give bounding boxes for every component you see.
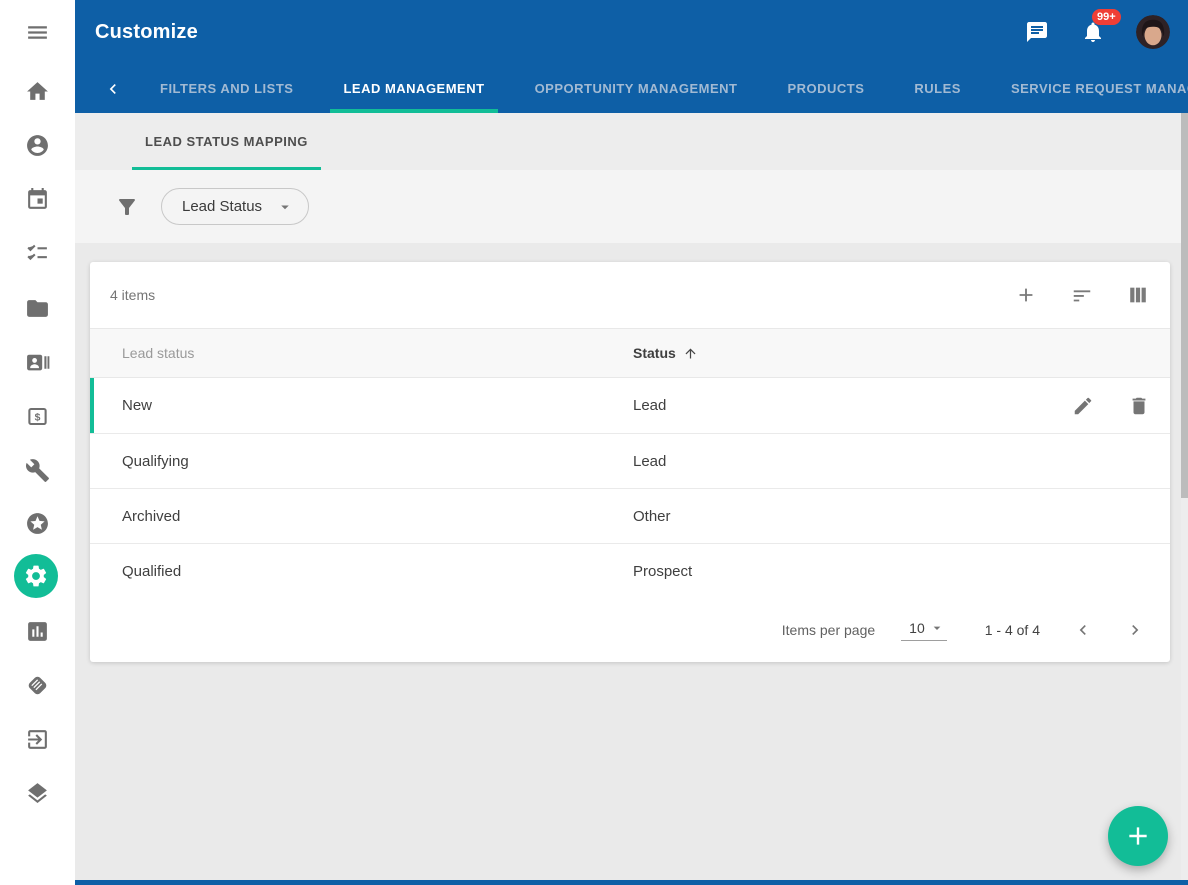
module-tabbar: FILTERS AND LISTS LEAD MANAGEMENT OPPORT… <box>75 64 1188 113</box>
sort-ascending-arrow-icon <box>683 346 698 361</box>
tab-filters-and-lists[interactable]: FILTERS AND LISTS <box>147 64 306 113</box>
tab-products[interactable]: PRODUCTS <box>774 64 877 113</box>
menu-icon[interactable] <box>23 18 51 46</box>
tab-opportunity-management[interactable]: OPPORTUNITY MANAGEMENT <box>522 64 751 113</box>
scrollbar-thumb[interactable] <box>1181 113 1188 498</box>
cell-lead-status: Archived <box>90 508 633 525</box>
reports-icon[interactable] <box>23 617 51 645</box>
columns-icon[interactable] <box>1127 284 1149 306</box>
top-app-bar: Customize 99+ <box>75 0 1188 64</box>
column-header-lead-status[interactable]: Lead status <box>90 345 633 361</box>
app-root: $ Customize <box>0 0 1188 885</box>
featured-icon[interactable] <box>23 509 51 537</box>
deals-icon[interactable] <box>23 671 51 699</box>
filter-icon[interactable] <box>115 195 139 219</box>
tabs-scroll-left-icon[interactable] <box>103 79 123 99</box>
cell-status: Prospect <box>633 563 1170 580</box>
table-row[interactable]: New Lead <box>90 378 1170 433</box>
sub-tabbar: LEAD STATUS MAPPING <box>75 113 1188 170</box>
tasks-icon[interactable] <box>23 239 51 267</box>
add-icon[interactable] <box>1015 284 1037 306</box>
topbar-actions: 99+ <box>1024 15 1188 49</box>
filter-chip-label: Lead Status <box>182 198 262 215</box>
items-per-page-label: Items per page <box>782 622 875 638</box>
table-row[interactable]: Qualifying Lead <box>90 433 1170 488</box>
module-tabs: FILTERS AND LISTS LEAD MANAGEMENT OPPORT… <box>135 64 1188 113</box>
next-page-icon[interactable] <box>1124 619 1146 641</box>
add-fab-button[interactable] <box>1108 806 1168 866</box>
cell-lead-status: Qualified <box>90 563 633 580</box>
sidebar: $ <box>0 0 75 885</box>
chevron-down-icon <box>929 620 945 636</box>
cell-status: Lead <box>633 453 1170 470</box>
notification-badge: 99+ <box>1092 9 1121 25</box>
layers-icon[interactable] <box>23 779 51 807</box>
bottom-accent-strip <box>75 880 1188 885</box>
user-avatar[interactable] <box>1136 15 1170 49</box>
sign-in-icon[interactable] <box>23 725 51 753</box>
tab-lead-status-mapping[interactable]: LEAD STATUS MAPPING <box>132 113 321 170</box>
filter-bar: Lead Status <box>75 170 1188 243</box>
tab-rules[interactable]: RULES <box>901 64 974 113</box>
card-header: 4 items <box>90 262 1170 328</box>
items-per-page-select[interactable]: 10 <box>901 620 947 641</box>
payments-icon[interactable]: $ <box>23 402 51 430</box>
table-row[interactable]: Archived Other <box>90 488 1170 543</box>
lead-status-mapping-card: 4 items Lead status Status <box>90 262 1170 662</box>
home-icon[interactable] <box>23 77 51 105</box>
table-row[interactable]: Qualified Prospect <box>90 543 1170 598</box>
sort-icon[interactable] <box>1071 284 1093 306</box>
card-actions <box>1015 284 1149 306</box>
chevron-down-icon <box>276 198 294 216</box>
cell-status: Other <box>633 508 1170 525</box>
tools-icon[interactable] <box>23 456 51 484</box>
previous-page-icon[interactable] <box>1072 619 1094 641</box>
svg-text:$: $ <box>34 412 40 423</box>
tab-service-request-management[interactable]: SERVICE REQUEST MANAGEMI <box>998 64 1188 113</box>
tab-lead-management[interactable]: LEAD MANAGEMENT <box>330 64 497 113</box>
account-icon[interactable] <box>23 131 51 159</box>
cell-lead-status: New <box>90 397 633 414</box>
items-per-page-value: 10 <box>909 620 925 636</box>
delete-icon[interactable] <box>1128 395 1150 417</box>
row-actions <box>1072 378 1150 433</box>
pagination-range: 1 - 4 of 4 <box>985 622 1040 638</box>
edit-icon[interactable] <box>1072 395 1094 417</box>
cell-lead-status: Qualifying <box>90 453 633 470</box>
column-header-status-label: Status <box>633 345 676 361</box>
lead-status-filter-chip[interactable]: Lead Status <box>161 188 309 225</box>
settings-icon-active[interactable] <box>14 554 58 598</box>
plus-icon <box>1125 823 1151 849</box>
pagination-bar: Items per page 10 1 - 4 of 4 <box>90 598 1170 662</box>
contacts-icon[interactable] <box>23 348 51 376</box>
page-title: Customize <box>95 21 198 44</box>
items-count: 4 items <box>110 287 155 303</box>
column-header-status[interactable]: Status <box>633 345 1170 361</box>
table-header-row: Lead status Status <box>90 328 1170 378</box>
calendar-icon[interactable] <box>23 185 51 213</box>
notifications-bell-icon[interactable]: 99+ <box>1080 19 1106 45</box>
chat-icon[interactable] <box>1024 19 1050 45</box>
folder-icon[interactable] <box>23 294 51 322</box>
